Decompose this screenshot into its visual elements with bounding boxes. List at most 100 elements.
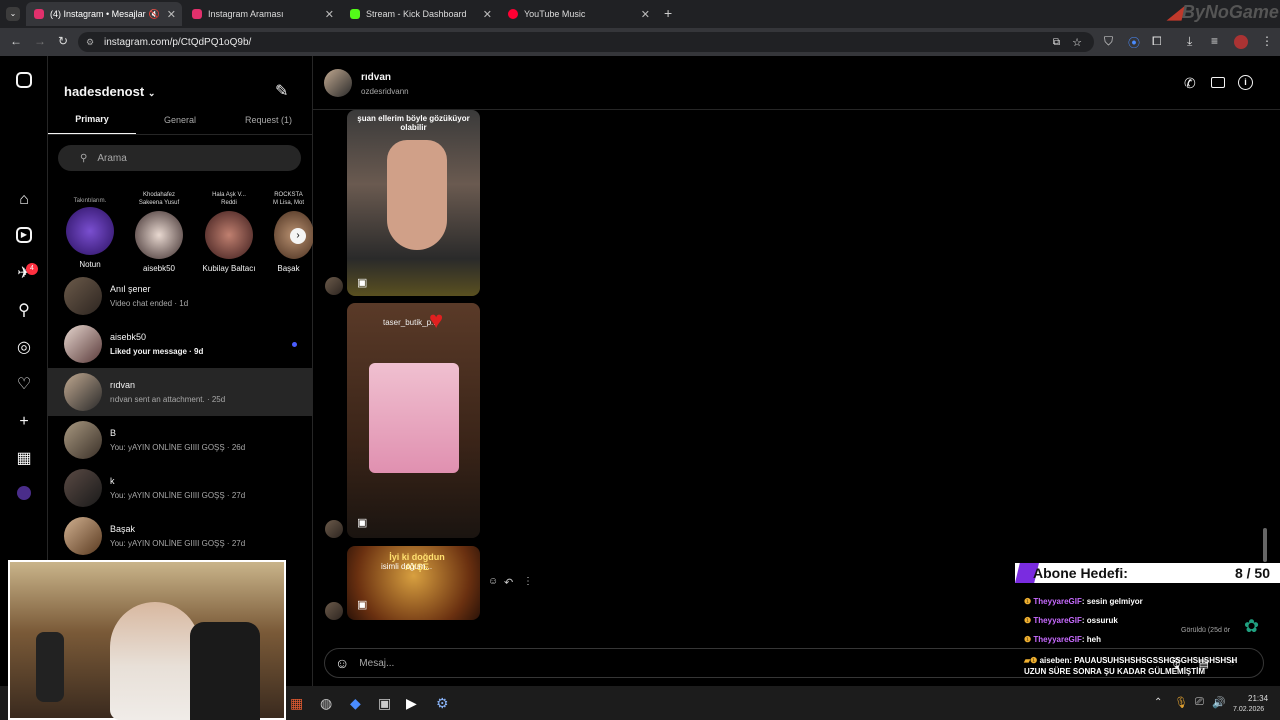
tab-kick-dashboard[interactable]: Stream - Kick Dashboard ✕ <box>342 2 498 26</box>
stream-chat-line: ▰❶ aiseben: PAUAUSUHSHSHSGSSHGSGHSHSHSHS… <box>1024 656 1238 676</box>
install-icon[interactable]: ⧉ <box>1053 37 1060 48</box>
avatar <box>325 602 343 620</box>
tab-instagram-messages[interactable]: (4) Instagram • Mesajlar 🔇 ✕ <box>26 2 182 26</box>
volume-icon[interactable]: 🔊 <box>1212 696 1226 709</box>
notifications-heart-icon[interactable]: ♡ <box>14 375 34 395</box>
close-tab-icon[interactable]: ✕ <box>483 8 492 21</box>
tab-instagram-search[interactable]: Instagram Araması ✕ <box>184 2 340 26</box>
avatar <box>325 520 343 538</box>
reel-icon: ▣ <box>357 599 368 611</box>
reels-icon[interactable]: ▶ <box>16 227 32 243</box>
avatar <box>325 277 343 295</box>
note-kubilay[interactable]: Hala Aşk V... Reddi Kubilay Baltacı <box>194 191 264 273</box>
conversation-row[interactable]: k You: yAYIN ONLİNE GIIII GOŞŞ · 27d <box>48 464 313 512</box>
avatar <box>64 517 102 555</box>
taskbar-app-icon[interactable]: ⚙ <box>436 695 449 712</box>
conversation-row[interactable]: Başak You: yAYIN ONLİNE GIIII GOŞŞ · 27d <box>48 512 313 560</box>
tab-primary[interactable]: Primary <box>48 114 136 124</box>
note-self[interactable]: Takıntılarım. Notun <box>55 191 125 269</box>
profile-avatar-icon[interactable] <box>17 486 31 500</box>
start-icon[interactable]: ▦ <box>290 695 303 712</box>
tab-request[interactable]: Request (1) <box>224 115 313 125</box>
heart-icon: ♥ <box>429 307 444 334</box>
download-icon[interactable]: ⤓ <box>1187 34 1192 49</box>
extensions-puzzle-icon[interactable]: ⧠ <box>1152 34 1162 49</box>
chat-contact-handle: ozdesridvann <box>361 87 409 96</box>
tabs-divider <box>48 134 313 135</box>
tab-youtube-music[interactable]: YouTube Music ✕ <box>500 2 656 26</box>
tray-chevron-icon[interactable]: ⌃ <box>1154 697 1162 708</box>
profile-avatar[interactable] <box>1234 35 1248 49</box>
dashboard-icon[interactable]: ▦ <box>14 449 34 469</box>
explore-icon[interactable]: ◎ <box>14 338 34 358</box>
notification-badge: 4 <box>26 263 38 275</box>
shared-reel-hand[interactable]: şuan ellerim böyle gözüküyor olabilir <box>347 110 480 296</box>
taskbar-app-icon[interactable]: ◍ <box>320 695 332 712</box>
mute-icon[interactable]: 🔇 <box>149 9 160 20</box>
note-aisebk50[interactable]: Khodahafez Sakeena Yusuf aisebk50 <box>124 191 194 273</box>
url-bar[interactable]: ⚙ instagram.com/p/CtQdPQ1oQ9b/ ⧉ ☆ <box>78 32 1094 52</box>
shared-reel-cake[interactable]: taser_butik_p... ♥ <box>347 303 480 538</box>
extension-shield-icon[interactable]: ⛉ <box>1104 34 1113 49</box>
instagram-logo-icon[interactable] <box>16 72 32 88</box>
conversation-row[interactable]: B You: yAYIN ONLİNE GIIII GOŞŞ · 26d <box>48 416 313 464</box>
search-icon[interactable]: ⚲ <box>14 301 34 321</box>
create-icon[interactable]: + <box>14 412 34 432</box>
avatar <box>64 373 102 411</box>
back-icon[interactable]: ← <box>10 34 22 48</box>
watermark-logo: ◢ByNoGame <box>1168 2 1279 22</box>
conversation-row-selected[interactable]: rıdvan rıdvan sent an attachment. · 25d <box>48 368 313 416</box>
taskbar-app-icon[interactable]: ▣ <box>378 695 391 712</box>
inbox-username[interactable]: hadesdenost ⌄ <box>64 84 155 99</box>
new-tab-button[interactable]: + <box>664 5 672 21</box>
microphone-icon[interactable]: 🎙 <box>1174 696 1188 709</box>
conversation-row[interactable]: aisebk50 Liked your message · 9d <box>48 320 313 368</box>
video-call-icon[interactable] <box>1211 77 1225 88</box>
notes-next-icon[interactable]: › <box>290 228 306 244</box>
clock-time[interactable]: 21:34 <box>1248 694 1268 703</box>
note-basak[interactable]: ROCKSTA M Lisa, Mot Başak <box>264 191 313 273</box>
tab-general[interactable]: General <box>136 115 224 125</box>
conversation-row[interactable]: Anıl şener Video chat ended · 1d <box>48 272 313 320</box>
close-tab-icon[interactable]: ✕ <box>325 8 334 21</box>
browser-menu-icon[interactable]: ⋮ <box>1261 34 1273 48</box>
reply-icon[interactable]: ↶ <box>504 576 513 589</box>
cake-image <box>369 363 459 473</box>
search-input[interactable]: ⚲ Arama <box>58 145 301 171</box>
network-icon[interactable]: ⎚ <box>1195 696 1204 709</box>
tab-list-button[interactable]: ⌄ <box>6 7 20 21</box>
reload-icon[interactable]: ↻ <box>58 34 68 48</box>
conversation-info-icon[interactable]: i <box>1238 75 1253 90</box>
new-message-icon[interactable]: ✎ <box>275 81 288 101</box>
chat-header: rıdvan ozdesridvann ✆ i <box>313 56 1280 110</box>
instagram-icon <box>34 9 44 19</box>
chair <box>190 622 260 720</box>
badge-icon: ❶ <box>1024 597 1032 606</box>
badge-icon: ❶ <box>1024 616 1032 625</box>
bookmark-star-icon[interactable]: ☆ <box>1072 36 1082 49</box>
taskbar-app-icon[interactable]: ▶ <box>406 695 417 712</box>
reel-hint: isimli doğum... <box>381 562 433 571</box>
reel-icon: ▣ <box>357 517 368 529</box>
react-emoji-icon[interactable]: ☺ <box>488 576 498 587</box>
chat-contact-name[interactable]: rıdvan <box>361 72 391 83</box>
streamer-webcam <box>8 560 286 720</box>
forward-icon[interactable]: → <box>34 34 46 48</box>
home-icon[interactable]: ⌂ <box>14 190 34 210</box>
assistant-floating-icon[interactable]: ✿ <box>1244 616 1259 637</box>
clock-date: 7.02.2026 <box>1233 706 1265 713</box>
chat-scrollbar[interactable] <box>1263 528 1267 562</box>
avatar[interactable] <box>324 69 352 97</box>
extension-audio-icon[interactable]: ⦿ <box>1128 34 1140 51</box>
close-tab-icon[interactable]: ✕ <box>641 8 650 21</box>
close-tab-icon[interactable]: ✕ <box>167 8 176 21</box>
site-info-icon[interactable]: ⚙ <box>86 37 94 48</box>
media-control-icon[interactable]: ≡ <box>1211 34 1218 48</box>
emoji-icon[interactable]: ☺ <box>335 655 349 671</box>
phone-call-icon[interactable]: ✆ <box>1184 75 1196 92</box>
search-icon: ⚲ <box>80 152 88 164</box>
browser-tab-bar: ⌄ (4) Instagram • Mesajlar 🔇 ✕ Instagram… <box>0 0 1280 28</box>
more-options-icon[interactable]: ⋮ <box>523 576 533 587</box>
taskbar-app-icon[interactable]: ◆ <box>350 695 361 712</box>
seen-status: Görüldü (25d ör <box>1181 627 1231 634</box>
